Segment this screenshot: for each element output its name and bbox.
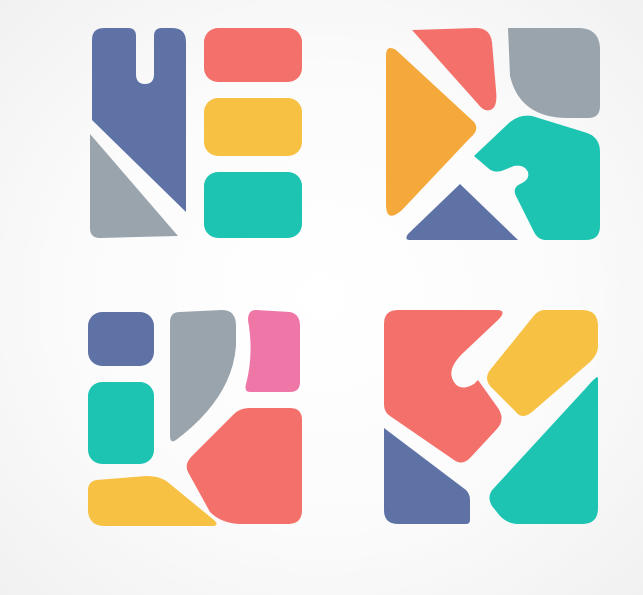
teal-bar-tile <box>204 172 302 238</box>
blue-triangle-tile <box>406 184 518 240</box>
icon-set-canvas <box>0 0 643 595</box>
blue-block-tile <box>88 312 154 366</box>
pink-block-tile <box>245 310 300 392</box>
rounded-blocks-mosaic-icon <box>88 310 302 526</box>
gray-leaf-tile <box>508 28 600 118</box>
stripes-mosaic-icon <box>90 28 302 238</box>
diagonal-mosaic-icon <box>384 310 598 524</box>
red-bar-tile <box>204 28 302 82</box>
icon-set-artwork <box>88 28 600 526</box>
gray-tower-tile <box>170 310 236 442</box>
teal-block-tile <box>88 382 154 464</box>
red-bracket-tile <box>384 310 503 463</box>
red-block-tile <box>186 408 302 524</box>
yellow-bar-tile <box>204 98 302 156</box>
triangle-mosaic-icon <box>386 28 600 240</box>
